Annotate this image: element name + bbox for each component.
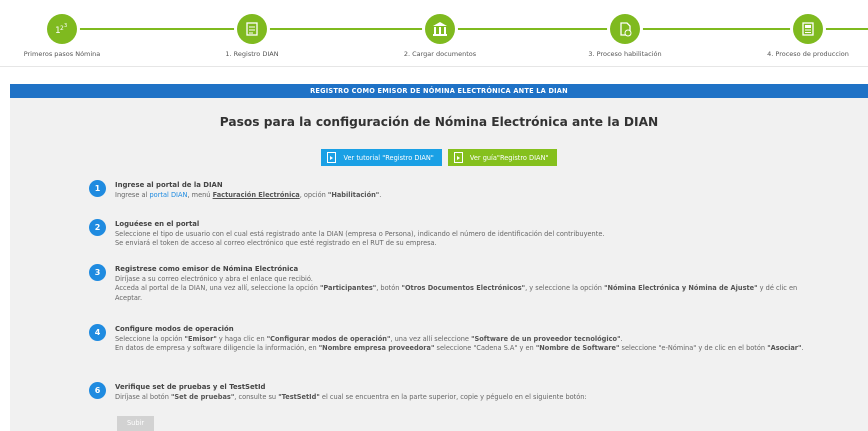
step-primeros-pasos[interactable]: 123 Primeros pasos Nómina [0,14,142,58]
step-line: Acceda al portal de la DIAN, una vez all… [115,284,815,303]
text: Acceda al portal de la DIAN, una vez all… [115,284,320,293]
step-cargar-documentos[interactable]: 2. Cargar documentos [360,14,520,58]
progress-stepper: 123 Primeros pasos Nómina 1. Registro DI… [0,0,868,67]
step-line: Diríjase al botón "Set de pruebas", cons… [115,393,815,403]
step-number-badge: 4 [89,324,106,341]
text: . [620,334,623,343]
step-text: Ingrese al portal de la DIAN Ingrese al … [115,181,815,200]
step-line: Ingrese al portal DIAN, menú Facturación… [115,191,815,201]
step-proceso-produccion[interactable]: 4. Proceso de produccion [728,14,868,58]
step-heading: Ingrese al portal de la DIAN [115,181,223,189]
step-number-badge: 2 [89,219,106,236]
building-icon [425,14,455,44]
step-number-badge: 1 [89,180,106,197]
facturacion-electronica-text: Facturación Electrónica [212,190,300,199]
step-number-badge: 6 [89,382,106,399]
step-line: Se enviará el token de acceso al correo … [115,239,437,248]
step-line: Seleccione el tipo de usuario con el cua… [115,229,605,238]
text: Diríjase al botón [115,392,171,401]
text: , consulte su [234,392,279,401]
text: Seleccione la opción [115,334,185,343]
svg-text:3: 3 [64,23,67,29]
step-label: 1. Registro DIAN [225,50,279,58]
text: "Habilitación" [327,190,380,199]
text: "Nómina Electrónica y Nómina de Ajuste" [604,284,758,293]
text: seleccione "e-Nómina" y de clic en el bo… [619,344,768,353]
step-heading: Configure modos de operación [115,325,234,333]
text: "Nombre empresa proveedora" [318,344,435,353]
guide-button-label: Ver guía"Registro DIAN" [469,153,549,162]
text: "Nombre de Software" [535,344,620,353]
step-line: Diríjase a su correo electrónico y abra … [115,274,313,283]
step-label: 4. Proceso de produccion [767,50,849,58]
text: , botón [376,284,402,293]
document-icon [453,152,463,163]
text: "Configurar modos de operación" [266,334,391,343]
text: el cual se encuentra en la parte superio… [319,392,587,401]
document-icon [237,14,267,44]
step-line: En datos de empresa y software diligenci… [115,344,815,354]
document-list-icon [793,14,823,44]
step-label: Primeros pasos Nómina [23,50,101,58]
text: . [379,190,382,199]
text: "Participantes" [319,284,377,293]
text: "Emisor" [184,334,217,343]
step-proceso-habilitacion[interactable]: 3. Proceso habilitación [545,14,705,58]
text: , menú [187,190,213,199]
text: "Software de un proveedor tecnológico" [471,334,621,343]
step-line: Seleccione la opción "Emisor" y haga cli… [115,335,815,345]
page-title: Pasos para la configuración de Nómina El… [219,115,659,129]
main-panel: REGISTRO COMO EMISOR DE NÓMINA ELECTRÓNI… [10,84,868,431]
text: , opción [299,190,328,199]
text: Ingrese al [115,190,150,199]
section-banner: REGISTRO COMO EMISOR DE NÓMINA ELECTRÓNI… [10,84,868,98]
step-number-badge: 3 [89,264,106,281]
step-label: 3. Proceso habilitación [588,50,662,58]
tutorial-button-label: Ver tutorial "Registro DIAN" [343,153,434,162]
step-heading: Registrese como emisor de Nómina Electró… [115,265,299,273]
text: , y seleccione la opción [525,284,605,293]
file-check-icon [610,14,640,44]
step-heading: Loguéese en el portal [115,220,200,228]
text: . [801,344,804,353]
numbers-icon: 123 [47,14,77,44]
button-group: Ver tutorial "Registro DIAN" Ver guía"Re… [10,149,868,166]
video-icon [327,152,337,163]
text: "TestSetId" [278,392,320,401]
text: y haga clic en [216,334,267,343]
subir-button[interactable]: Subir [117,416,154,431]
text: "Set de pruebas" [171,392,235,401]
text: seleccione "Cadena S.A" y en [434,344,536,353]
text: , una vez allí seleccione [390,334,472,343]
tutorial-button[interactable]: Ver tutorial "Registro DIAN" [321,149,442,166]
step-text: Registrese como emisor de Nómina Electró… [115,265,815,303]
step-text: Loguéese en el portal Seleccione el tipo… [115,220,815,249]
step-text: Configure modos de operación Seleccione … [115,325,815,354]
step-text: Verifique set de pruebas y el TestSetId … [115,383,815,402]
step-registro-dian[interactable]: 1. Registro DIAN [172,14,332,58]
portal-dian-link[interactable]: portal DIAN [150,191,188,199]
guide-button[interactable]: Ver guía"Registro DIAN" [447,149,557,166]
step-label: 2. Cargar documentos [403,50,477,58]
text: "Asociar" [767,344,802,353]
step-heading: Verifique set de pruebas y el TestSetId [115,383,266,391]
text: "Otros Documentos Electrónicos" [401,284,526,293]
text: En datos de empresa y software diligenci… [115,344,319,353]
